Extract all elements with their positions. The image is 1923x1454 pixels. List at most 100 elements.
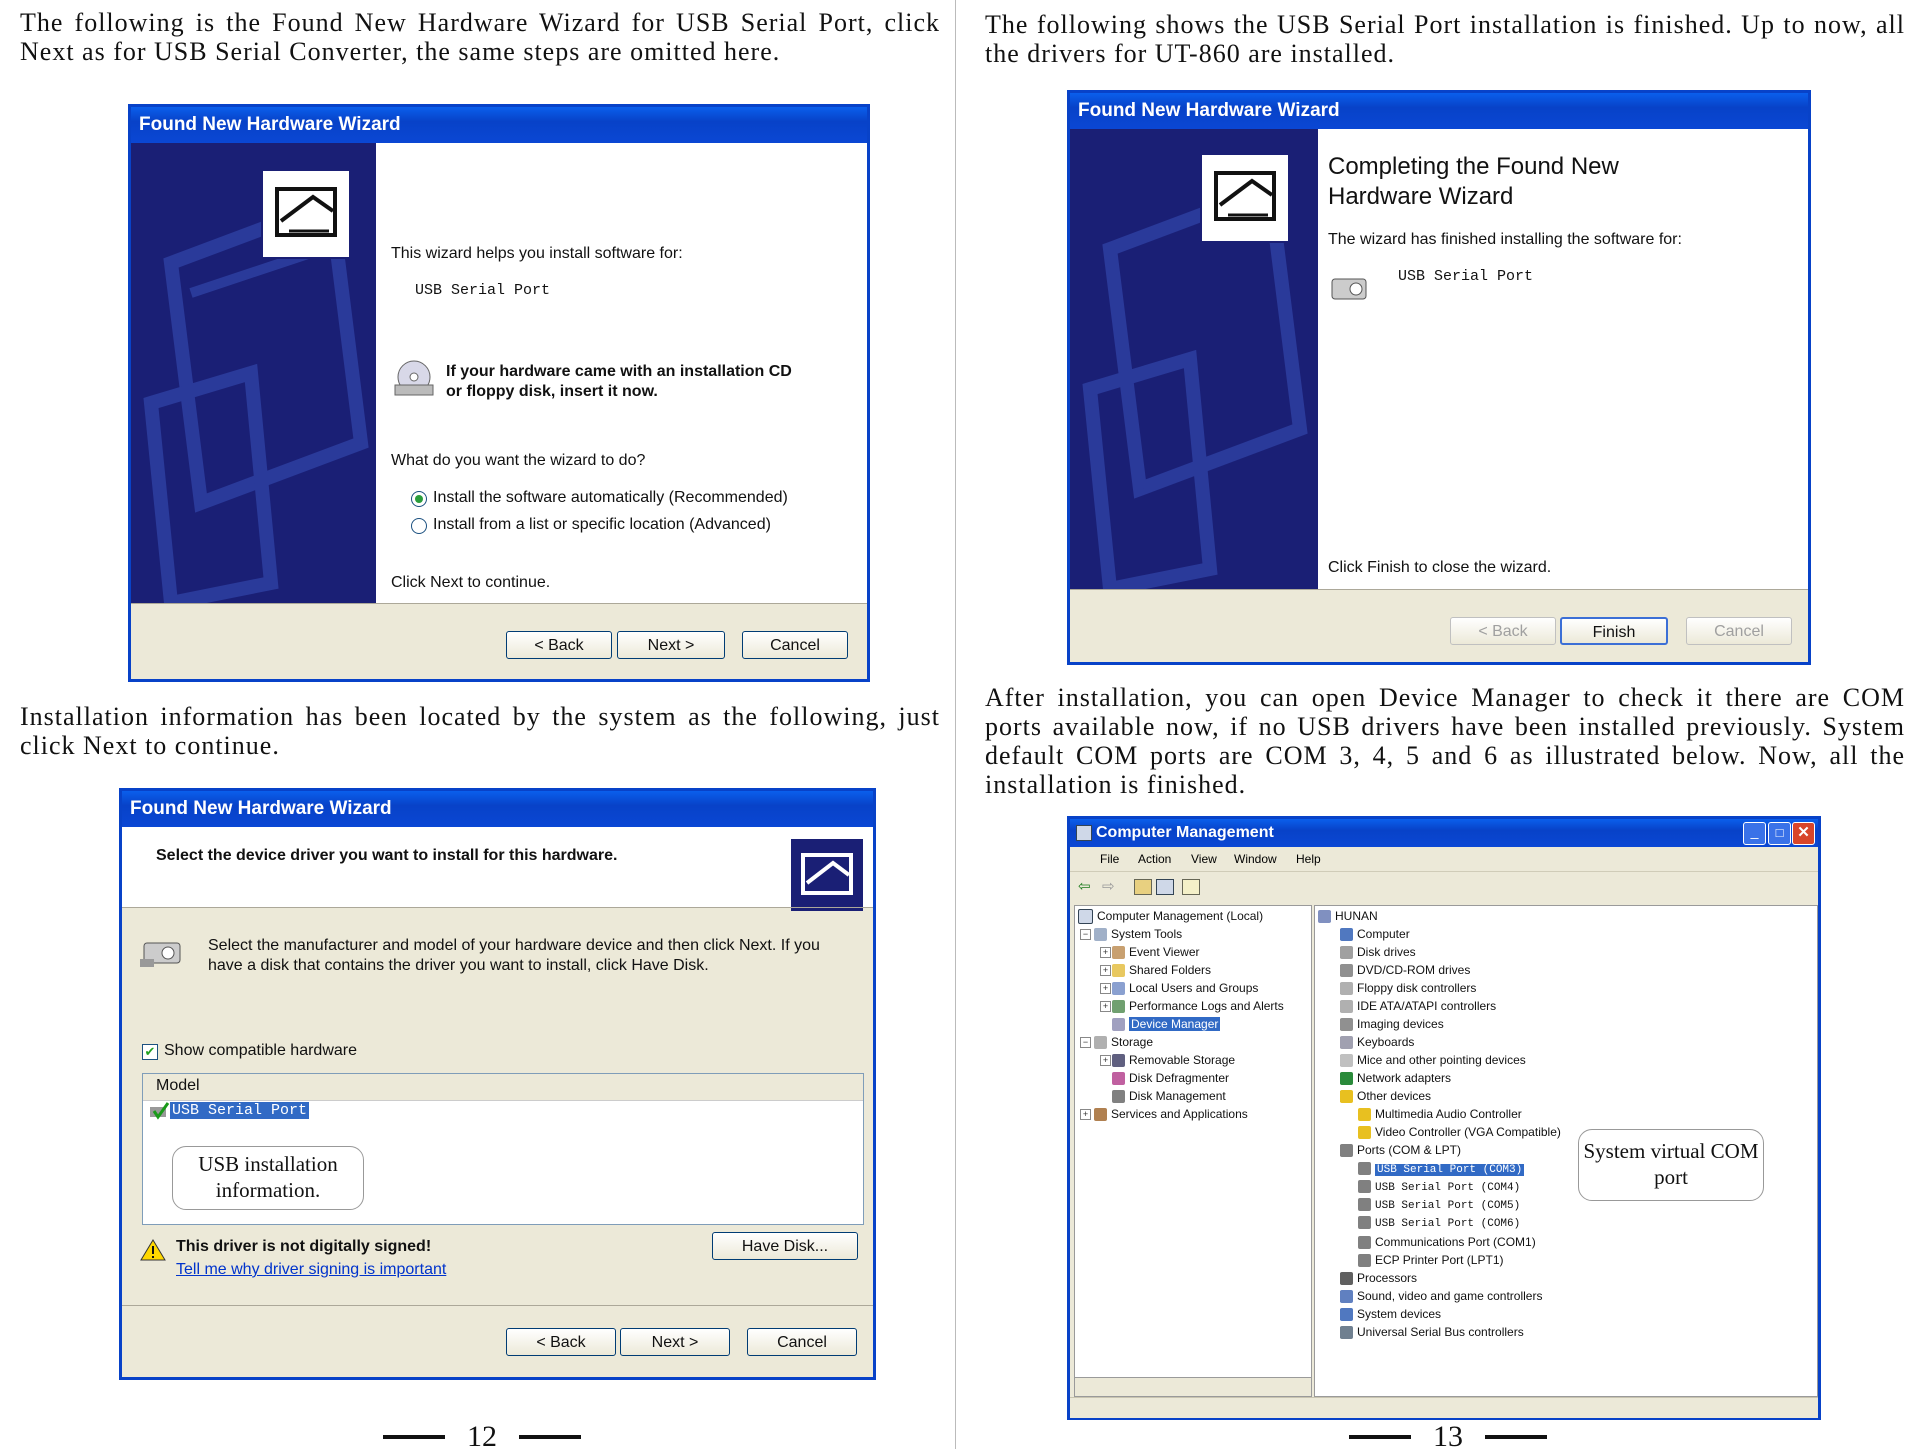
tree-disk-management[interactable]: Disk Management [1129, 1089, 1226, 1103]
model-column-header[interactable]: Model [156, 1077, 200, 1095]
forward-arrow-icon[interactable]: ⇨ [1102, 877, 1115, 895]
device-tree-row[interactable]: HUNAN [1318, 907, 1378, 925]
menu-view[interactable]: View [1191, 852, 1217, 866]
device-tree-row[interactable]: Keyboards [1340, 1033, 1414, 1051]
users-icon [1112, 982, 1125, 996]
cm-menubar: File Action View Window Help [1070, 847, 1818, 872]
wizard2-show-compatible: Show compatible hardware [164, 1042, 357, 1059]
device-tree-row[interactable]: Floppy disk controllers [1340, 979, 1476, 997]
radio-install-from-list[interactable] [411, 518, 427, 534]
port-icon [1358, 1180, 1371, 1194]
device-tree-row[interactable]: USB Serial Port (COM5) [1358, 1195, 1520, 1213]
device-tree-label: Network adapters [1357, 1071, 1452, 1085]
device-tree-row[interactable]: System devices [1340, 1305, 1441, 1323]
tree-removable-storage[interactable]: Removable Storage [1129, 1053, 1235, 1067]
device-tree-label: Computer [1357, 927, 1410, 941]
wizard3-heading1: Completing the Found New [1328, 153, 1619, 180]
wizard2-cancel-button[interactable]: Cancel [747, 1328, 857, 1356]
tree-shared-folders[interactable]: Shared Folders [1129, 963, 1211, 977]
wizard1-side-graphic [131, 143, 376, 603]
wizard-window-1: Found New Hardware Wizard This wizard he… [128, 104, 870, 682]
left-para-1: The following is the Found New Hardware … [20, 8, 940, 66]
wizard1-next-button[interactable]: Next > [617, 631, 725, 659]
cm-horizontal-scrollbar[interactable] [1074, 1377, 1312, 1397]
tree-system-tools[interactable]: System Tools [1111, 927, 1182, 941]
device-tree-row[interactable]: Sound, video and game controllers [1340, 1287, 1542, 1305]
wizard1-title: Found New Hardware Wizard [131, 107, 867, 143]
menu-window[interactable]: Window [1234, 852, 1277, 866]
tree-device-manager[interactable]: Device Manager [1129, 1017, 1221, 1031]
device-tree-row[interactable]: Disk drives [1340, 943, 1416, 961]
wizard3-back-button[interactable]: < Back [1450, 617, 1556, 645]
device-tree-row[interactable]: Imaging devices [1340, 1015, 1444, 1033]
device-tree-row[interactable]: IDE ATA/ATAPI controllers [1340, 997, 1496, 1015]
have-disk-button[interactable]: Have Disk... [712, 1232, 858, 1260]
cm-console-tree: Computer Management (Local) − System Too… [1076, 907, 1308, 1367]
maximize-icon[interactable]: □ [1768, 822, 1791, 845]
tree-computer-management[interactable]: Computer Management (Local) [1097, 909, 1263, 923]
keyboard-icon [1340, 1036, 1353, 1050]
device-tree-row[interactable]: Computer [1340, 925, 1410, 943]
back-arrow-icon[interactable]: ⇦ [1078, 877, 1091, 895]
driver-signing-link[interactable]: Tell me why driver signing is important [176, 1261, 446, 1279]
menu-action[interactable]: Action [1138, 852, 1171, 866]
wizard2-back-button[interactable]: < Back [506, 1328, 616, 1356]
device-tree-row[interactable]: ECP Printer Port (LPT1) [1358, 1251, 1503, 1269]
port-icon [1358, 1198, 1371, 1212]
wizard1-back-button[interactable]: < Back [506, 631, 612, 659]
device-tree-row[interactable]: DVD/CD-ROM drives [1340, 961, 1470, 979]
tree-disk-defragmenter[interactable]: Disk Defragmenter [1129, 1071, 1229, 1085]
device-tree-row[interactable]: Universal Serial Bus controllers [1340, 1323, 1524, 1341]
tree-storage[interactable]: Storage [1111, 1035, 1153, 1049]
shared-folders-icon [1112, 964, 1125, 978]
device-tree-label: Sound, video and game controllers [1357, 1289, 1543, 1303]
device-tree-label: USB Serial Port (COM5) [1375, 1200, 1521, 1212]
tree-services-applications[interactable]: Services and Applications [1111, 1107, 1248, 1121]
device-tree-row[interactable]: Processors [1340, 1269, 1417, 1287]
device-tree-row[interactable]: Network adapters [1340, 1069, 1451, 1087]
show-hide-tree-icon[interactable] [1156, 879, 1174, 895]
device-tree-row[interactable]: Video Controller (VGA Compatible) [1358, 1123, 1561, 1141]
wizard1-continue: Click Next to continue. [391, 574, 551, 591]
device-tree-label: USB Serial Port (COM3) [1375, 1164, 1525, 1176]
hardware-wizard-icon [261, 169, 351, 259]
wizard3-finish-button[interactable]: Finish [1560, 617, 1668, 645]
device-tree-row[interactable]: Mice and other pointing devices [1340, 1051, 1526, 1069]
hardware-wizard-icon [1200, 153, 1290, 243]
device-manager-icon [1112, 1018, 1125, 1032]
show-compatible-checkbox[interactable]: ✔ [142, 1044, 158, 1060]
device-tree-label: Imaging devices [1357, 1017, 1444, 1031]
wizard2-next-button[interactable]: Next > [620, 1328, 730, 1356]
device-tree-row[interactable]: Communications Port (COM1) [1358, 1233, 1536, 1251]
hardware-device-icon [1326, 269, 1374, 312]
wizard2-desc2: have a disk that contains the driver you… [208, 957, 709, 974]
device-tree-row[interactable]: Ports (COM & LPT) [1340, 1141, 1461, 1159]
model-item-usb-serial-port[interactable]: USB Serial Port [170, 1102, 310, 1119]
device-tree-row[interactable]: USB Serial Port (COM4) [1358, 1177, 1520, 1195]
device-tree-label: Floppy disk controllers [1357, 981, 1477, 995]
device-tree-label: Disk drives [1357, 945, 1416, 959]
properties-icon[interactable] [1182, 879, 1200, 895]
device-tree-row[interactable]: USB Serial Port (COM6) [1358, 1213, 1520, 1231]
device-tree-row[interactable]: Multimedia Audio Controller [1358, 1105, 1522, 1123]
minimize-icon[interactable]: _ [1743, 822, 1766, 845]
wizard3-cancel-button[interactable]: Cancel [1686, 617, 1792, 645]
device-tree-row[interactable]: USB Serial Port (COM3) [1358, 1159, 1525, 1177]
menu-help[interactable]: Help [1296, 852, 1321, 866]
wizard1-cancel-button[interactable]: Cancel [742, 631, 848, 659]
device-tree-label: Other devices [1357, 1089, 1432, 1103]
up-folder-icon[interactable] [1134, 879, 1152, 895]
computer-icon [1318, 910, 1331, 924]
right-para-2: After installation, you can open Device … [985, 683, 1905, 799]
radio-install-automatically[interactable] [411, 491, 427, 507]
device-tree-row[interactable]: Other devices [1340, 1087, 1431, 1105]
tree-local-users[interactable]: Local Users and Groups [1129, 981, 1258, 995]
ide-controller-icon [1340, 1000, 1353, 1014]
warning-icon [140, 1238, 166, 1267]
network-icon [1340, 1072, 1353, 1086]
menu-file[interactable]: File [1100, 852, 1119, 866]
event-viewer-icon [1112, 946, 1125, 960]
tree-performance-logs[interactable]: Performance Logs and Alerts [1129, 999, 1284, 1013]
tree-event-viewer[interactable]: Event Viewer [1129, 945, 1199, 959]
close-icon[interactable]: ✕ [1792, 822, 1815, 845]
